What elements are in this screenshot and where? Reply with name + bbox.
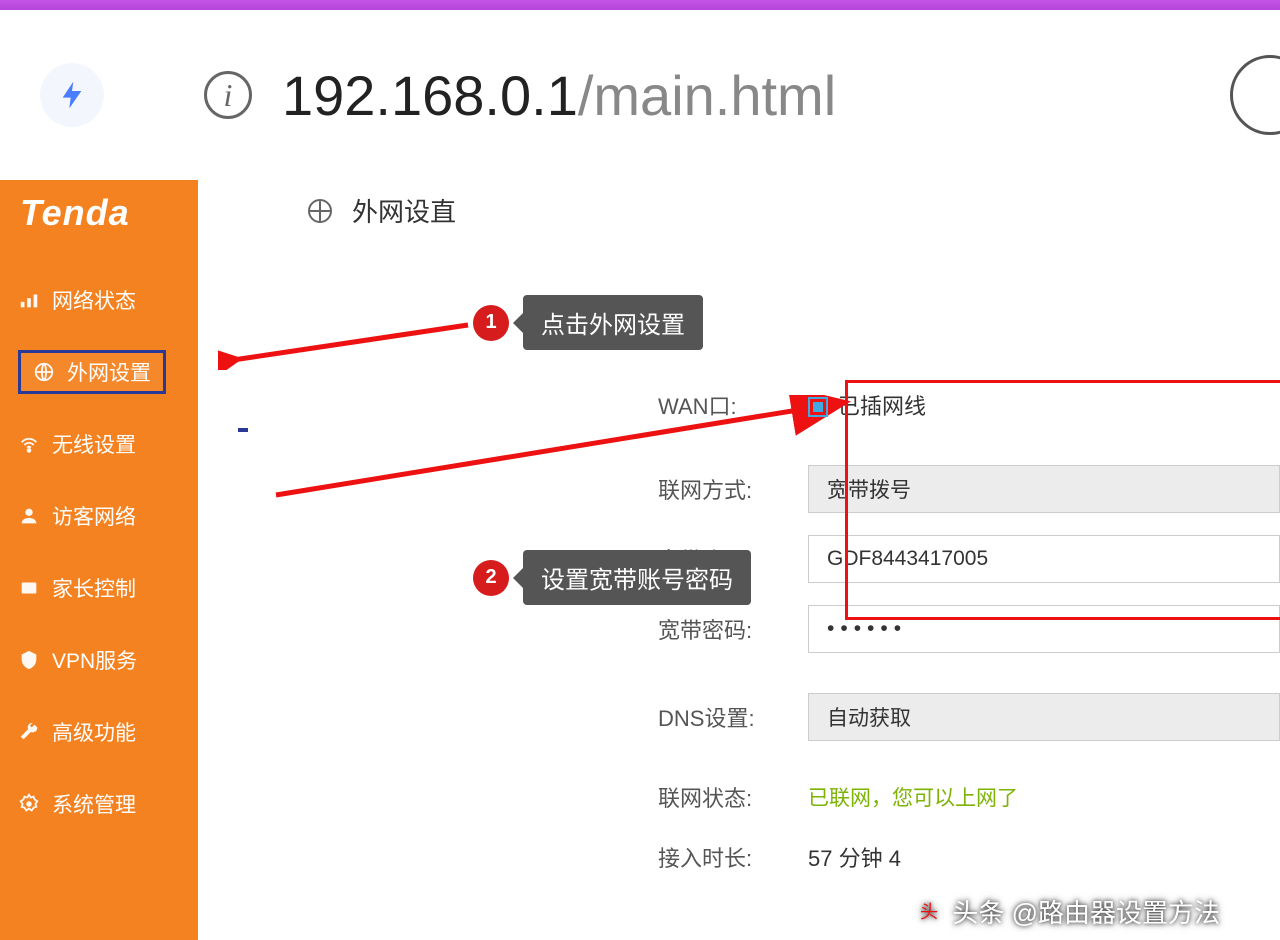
duration-label: 接入时长: [658, 841, 808, 873]
password-label: 宽带密码: [658, 613, 808, 645]
browser-address-bar: i 192.168.0.1/main.html [0, 10, 1280, 180]
form-row-account: 宽带账号: [658, 535, 1280, 583]
globe-icon [308, 199, 332, 223]
plug-icon [808, 397, 828, 417]
url-path: /main.html [578, 64, 836, 127]
annotation-2: 2 设置宽带账号密码 [473, 550, 751, 605]
brand-logo: Tenda [0, 180, 198, 264]
annotation-number: 1 [473, 305, 509, 341]
form-row-wan-port: WAN口: 已插网线 [658, 389, 1280, 421]
watermark-prefix: 头条 [952, 893, 1004, 930]
red-arrow-1 [218, 320, 478, 370]
connection-status-label: 联网状态: [658, 781, 808, 813]
sidebar-label: 访客网络 [52, 501, 136, 531]
annotation-1: 1 点击外网设置 [473, 295, 703, 350]
gear-icon [18, 793, 40, 815]
sidebar-item-vpn[interactable]: VPN服务 [0, 624, 198, 696]
info-icon: i [204, 71, 252, 119]
sidebar-item-wan-settings[interactable]: 外网设置 [0, 336, 198, 408]
sidebar-item-parental[interactable]: 家长控制 [0, 552, 198, 624]
sidebar-item-wireless[interactable]: 无线设置 [0, 408, 198, 480]
form-row-dns: DNS设置: 自动获取 [658, 693, 1280, 741]
wan-port-label: WAN口: [658, 389, 808, 421]
page-title: 外网设直 [198, 180, 1280, 249]
sidebar-item-advanced[interactable]: 高级功能 [0, 696, 198, 768]
url-host: 192.168.0.1 [282, 64, 578, 127]
url-text[interactable]: 192.168.0.1/main.html [282, 63, 836, 128]
wrench-icon [18, 721, 40, 743]
dns-label: DNS设置: [658, 701, 808, 733]
sidebar-label: 无线设置 [52, 429, 136, 459]
form-row-password: 宽带密码: [658, 605, 1280, 653]
svg-text:头: 头 [920, 902, 938, 922]
sidebar-item-network-status[interactable]: 网络状态 [0, 264, 198, 336]
admin-layout: Tenda 网络状态 外网设置 无线设置 访客网络 家长控制 [0, 180, 1280, 940]
sidebar-label: 外网设置 [67, 357, 151, 387]
sidebar-item-guest[interactable]: 访客网络 [0, 480, 198, 552]
watermark-text: @路由器设置方法 [1012, 893, 1220, 930]
toutiao-icon: 头 [914, 897, 944, 927]
wifi-icon [18, 433, 40, 455]
status-icon [18, 289, 40, 311]
watermark: 头 头条 @路由器设置方法 [914, 893, 1220, 930]
duration-value: 57 分钟 4 [808, 841, 901, 873]
guest-icon [18, 505, 40, 527]
connection-type-select[interactable]: 宽带拨号 [808, 465, 1280, 513]
top-purple-strip [0, 0, 1280, 10]
form-row-connection-type: 联网方式: 宽带拨号 [658, 465, 1280, 513]
connection-status-value: 已联网，您可以上网了 [808, 782, 1018, 812]
sidebar-label: 系统管理 [52, 789, 136, 819]
content-area: 外网设直 1 点击外网设置 2 设置宽带账号密码 WAN口: [198, 180, 1280, 940]
sidebar-label: VPN服务 [52, 645, 137, 675]
wan-port-status: 已插网线 [808, 389, 926, 421]
globe-icon [33, 361, 55, 383]
sidebar: Tenda 网络状态 外网设置 无线设置 访客网络 家长控制 [0, 180, 198, 940]
partial-circle-icon [1230, 55, 1280, 135]
lightning-icon [40, 63, 104, 127]
sidebar-item-system[interactable]: 系统管理 [0, 768, 198, 840]
account-input[interactable] [808, 535, 1280, 583]
tiny-dash [238, 428, 248, 432]
form-row-status: 联网状态: 已联网，您可以上网了 [658, 781, 1280, 813]
form-row-duration: 接入时长: 57 分钟 4 [658, 841, 1280, 873]
annotation-number: 2 [473, 560, 509, 596]
annotation-bubble: 设置宽带账号密码 [523, 550, 751, 605]
annotation-bubble: 点击外网设置 [523, 295, 703, 350]
sidebar-label: 家长控制 [52, 573, 136, 603]
password-input[interactable] [808, 605, 1280, 653]
vpn-icon [18, 649, 40, 671]
parent-icon [18, 577, 40, 599]
dns-select[interactable]: 自动获取 [808, 693, 1280, 741]
sidebar-label: 网络状态 [52, 285, 136, 315]
connection-type-label: 联网方式: [658, 473, 808, 505]
page-title-text: 外网设直 [352, 192, 456, 229]
wan-form: WAN口: 已插网线 联网方式: 宽带拨号 宽带账号: 宽带密码: [658, 249, 1280, 873]
sidebar-label: 高级功能 [52, 717, 136, 747]
